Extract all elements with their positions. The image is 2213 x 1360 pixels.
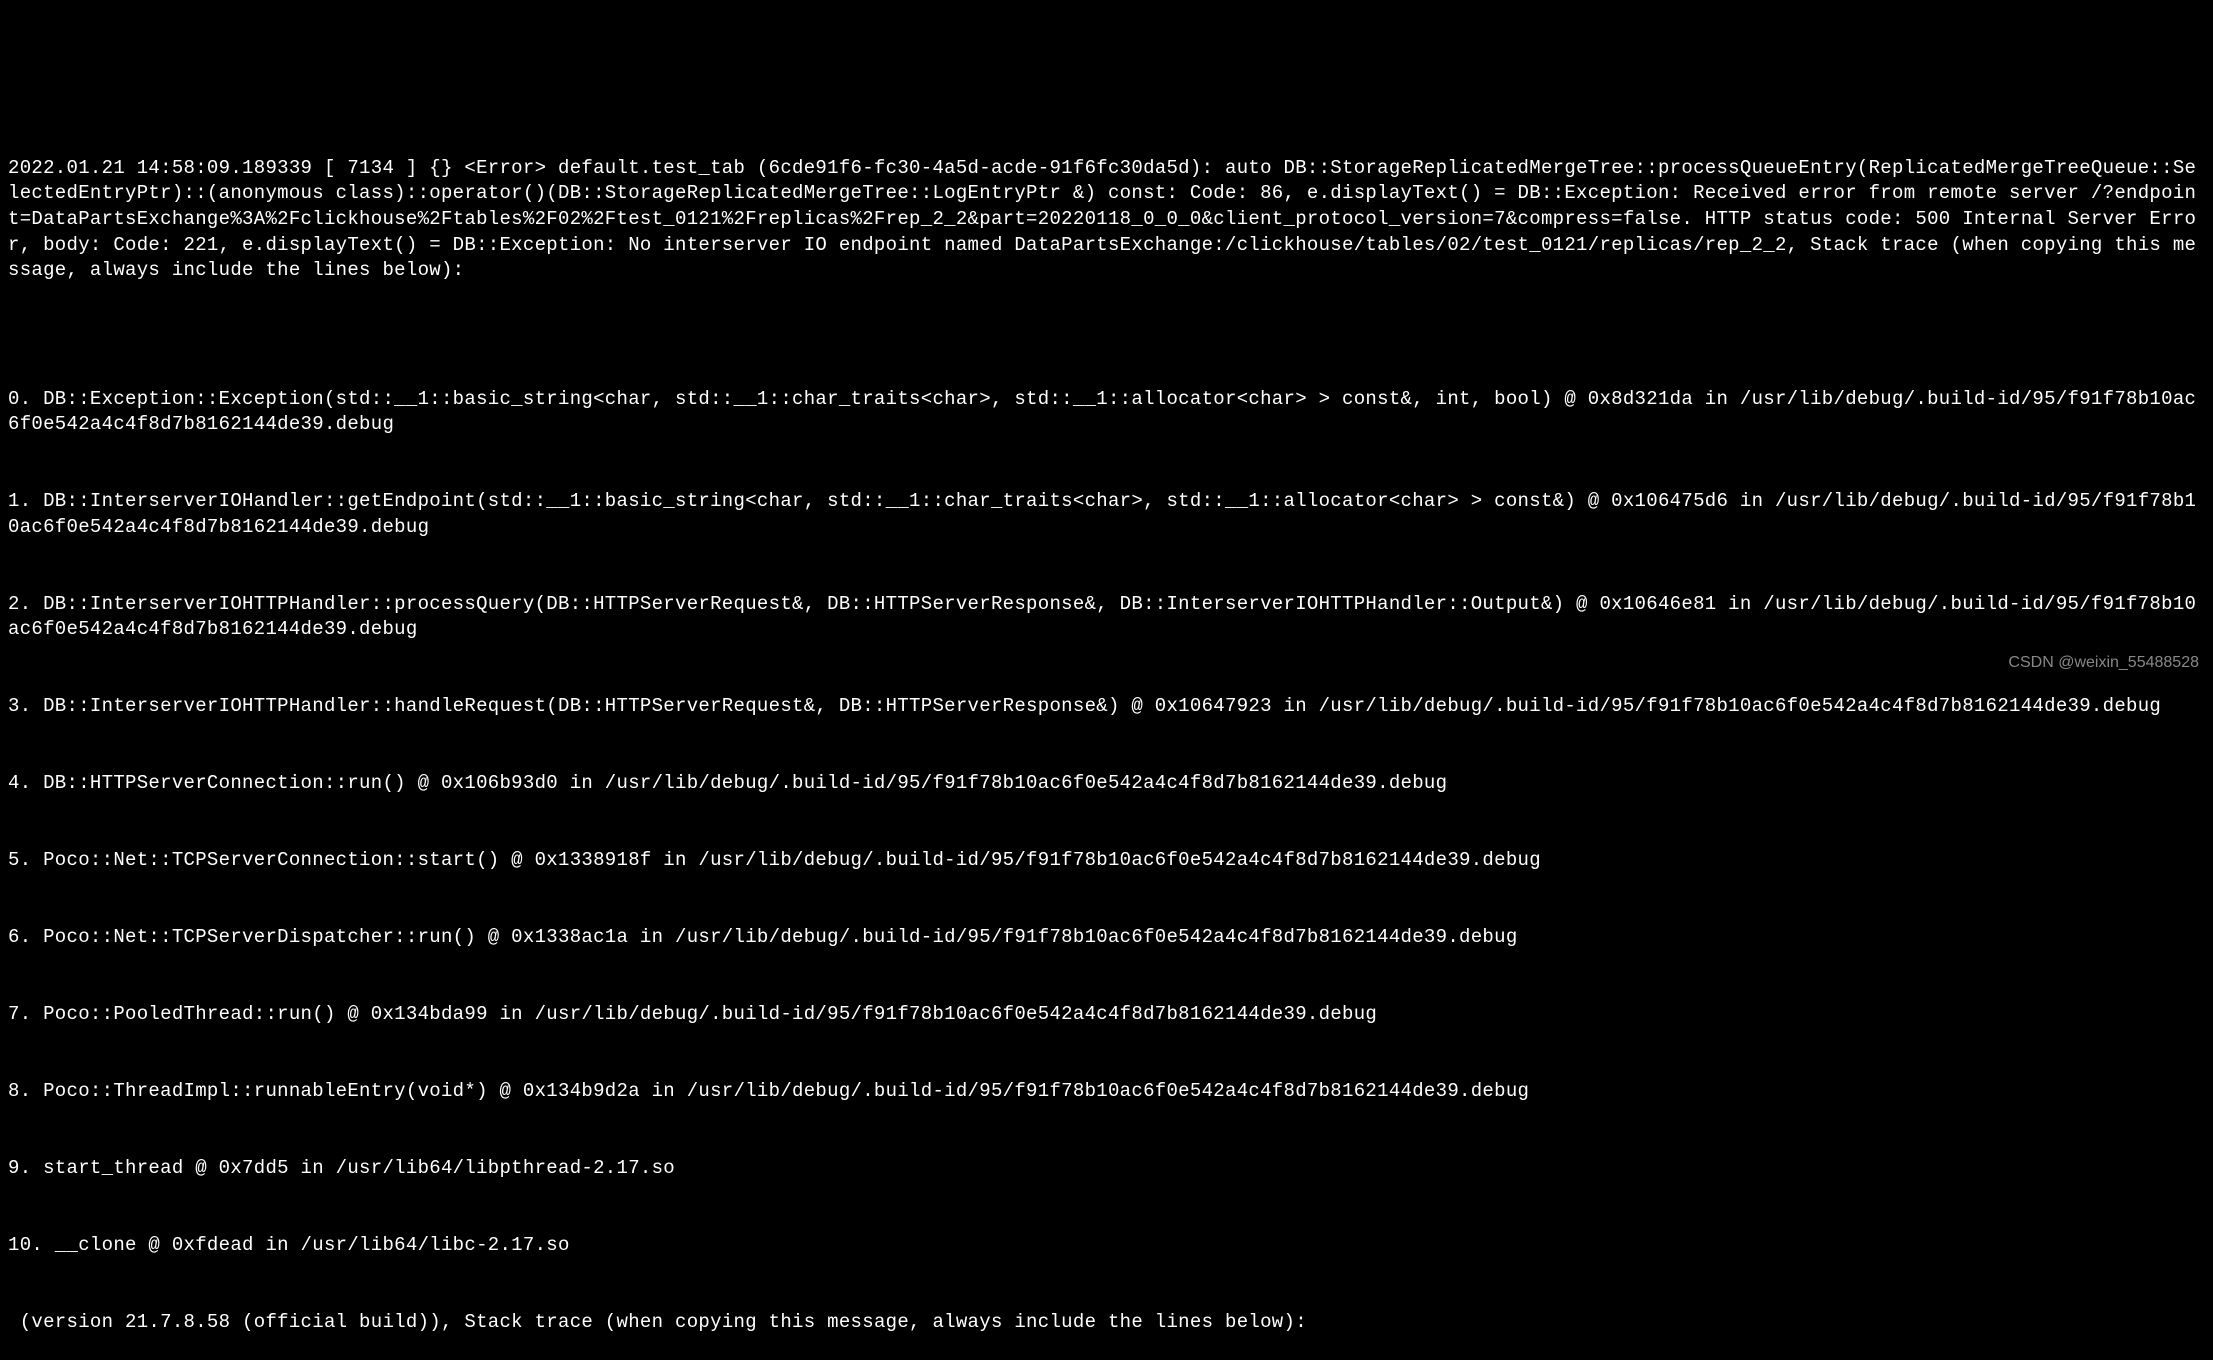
watermark-text: CSDN @weixin_55488528	[2008, 652, 2199, 674]
log-line-stack-0: 0. DB::Exception::Exception(std::__1::ba…	[8, 387, 2205, 438]
log-line-stack-1: 1. DB::InterserverIOHandler::getEndpoint…	[8, 489, 2205, 540]
log-line-error-header: 2022.01.21 14:58:09.189339 [ 7134 ] {} <…	[8, 156, 2205, 284]
log-line-stack-3: 3. DB::InterserverIOHTTPHandler::handleR…	[8, 694, 2205, 720]
log-line-stack-8: 8. Poco::ThreadImpl::runnableEntry(void*…	[8, 1079, 2205, 1105]
log-line-stack-6: 6. Poco::Net::TCPServerDispatcher::run()…	[8, 925, 2205, 951]
log-line-stack-2: 2. DB::InterserverIOHTTPHandler::process…	[8, 592, 2205, 643]
terminal-output: 2022.01.21 14:58:09.189339 [ 7134 ] {} <…	[8, 105, 2205, 1360]
log-line-version: (version 21.7.8.58 (official build)), St…	[8, 1310, 2205, 1336]
log-line-stack-5: 5. Poco::Net::TCPServerConnection::start…	[8, 848, 2205, 874]
log-line-stack-9: 9. start_thread @ 0x7dd5 in /usr/lib64/l…	[8, 1156, 2205, 1182]
log-line-stack-7: 7. Poco::PooledThread::run() @ 0x134bda9…	[8, 1002, 2205, 1028]
log-line-stack-4: 4. DB::HTTPServerConnection::run() @ 0x1…	[8, 771, 2205, 797]
log-line-stack-10: 10. __clone @ 0xfdead in /usr/lib64/libc…	[8, 1233, 2205, 1259]
